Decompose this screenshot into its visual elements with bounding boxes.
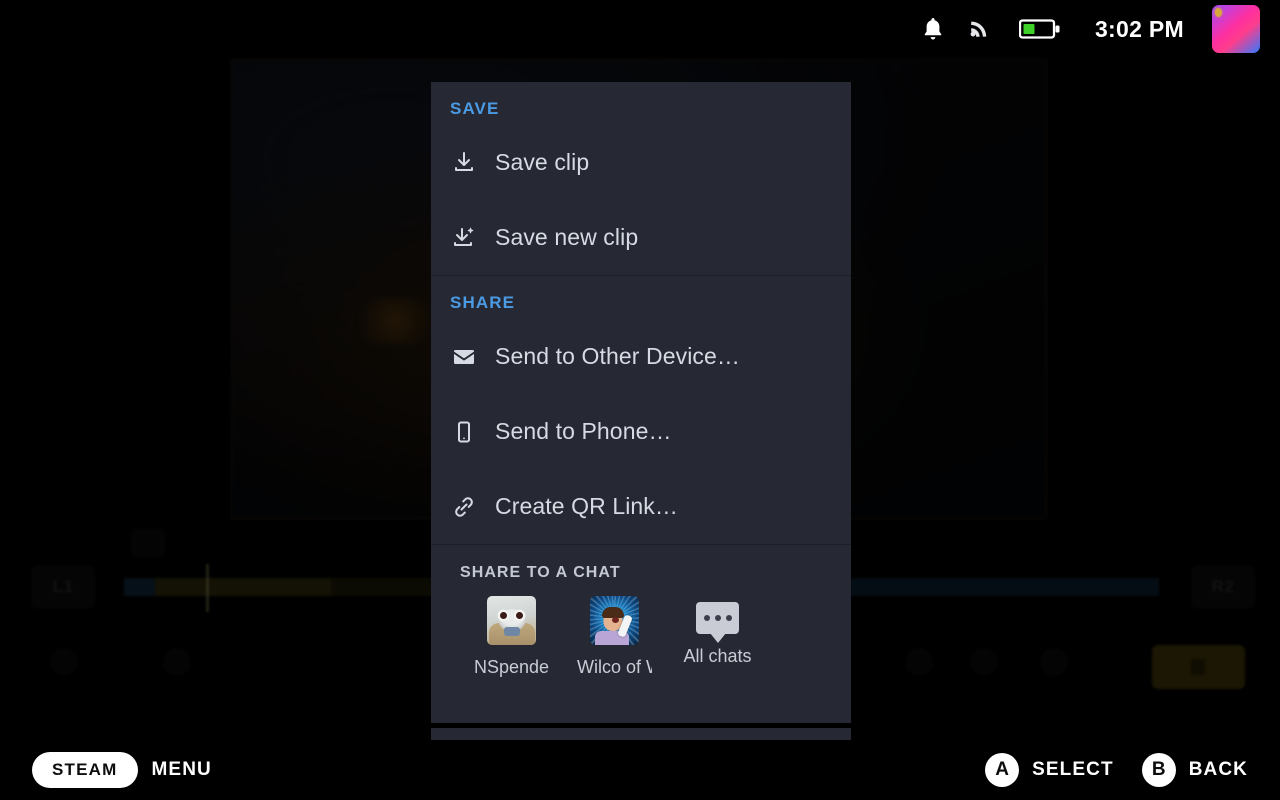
menu-item-send-to-phone[interactable]: Send to Phone… [431, 394, 851, 469]
chat-item-nspender[interactable]: NSpender [460, 596, 563, 678]
link-icon [450, 493, 478, 521]
menu-item-save-clip[interactable]: Save clip [431, 125, 851, 200]
lemur-avatar [487, 596, 536, 645]
chat-list: NSpender Wilco of Wa All chats [431, 582, 851, 678]
menu-item-label: Create QR Link… [495, 493, 679, 519]
menu-item-save-new-clip[interactable]: Save new clip [431, 200, 851, 275]
menu-label: MENU [151, 759, 212, 780]
hint-label: SELECT [1032, 759, 1114, 780]
group-header-share-to-a-chat: SHARE TO A CHAT [460, 564, 621, 581]
menu-item-label: Send to Other Device… [495, 343, 740, 369]
save-new-clip-icon [450, 224, 478, 252]
bottom-bar: STEAM MENU A SELECT B BACK [0, 740, 1280, 800]
chat-item-all-chats[interactable]: All chats [666, 596, 769, 678]
hint-label: BACK [1188, 759, 1248, 780]
wifi-icon[interactable] [969, 17, 995, 41]
clip-share-menu: SAVE Save clip Save new clip SHARE Send … [431, 82, 851, 723]
chat-item-label: NSpender [474, 657, 549, 677]
envelope-icon [450, 343, 478, 371]
all-chats-bubble-icon [696, 602, 739, 634]
bell-icon[interactable] [921, 16, 945, 42]
steam-button[interactable]: STEAM [32, 752, 138, 788]
status-bar: 3:02 PM [0, 0, 1280, 58]
phone-icon [450, 418, 478, 446]
group-header-share: SHARE [450, 293, 516, 312]
menu-item-label: Save new clip [495, 224, 639, 250]
chat-item-label: Wilco of Wa [577, 657, 652, 677]
save-clip-icon [450, 149, 478, 177]
hint-select[interactable]: A SELECT [985, 753, 1114, 787]
menu-item-label: Send to Phone… [495, 418, 672, 444]
menu-item-send-to-other-device[interactable]: Send to Other Device… [431, 319, 851, 394]
a-button-icon: A [985, 753, 1020, 787]
menu-item-label: Save clip [495, 149, 590, 175]
battery-icon[interactable] [1018, 17, 1061, 41]
bottom-bar-hints: A SELECT B BACK [985, 753, 1280, 787]
steam-deck-screen: L1 R2 [0, 0, 1280, 800]
wilco-avatar [590, 596, 639, 645]
chat-item-label: All chats [683, 646, 752, 666]
clock: 3:02 PM [1094, 15, 1184, 42]
avatar[interactable] [1212, 5, 1260, 53]
chat-item-wilco[interactable]: Wilco of Wa [563, 596, 666, 678]
bottom-bar-left: STEAM MENU [0, 752, 212, 788]
menu-item-create-qr-link[interactable]: Create QR Link… [431, 469, 851, 544]
b-button-icon: B [1141, 753, 1176, 787]
group-header-save: SAVE [450, 99, 500, 118]
hint-back[interactable]: B BACK [1141, 753, 1248, 787]
